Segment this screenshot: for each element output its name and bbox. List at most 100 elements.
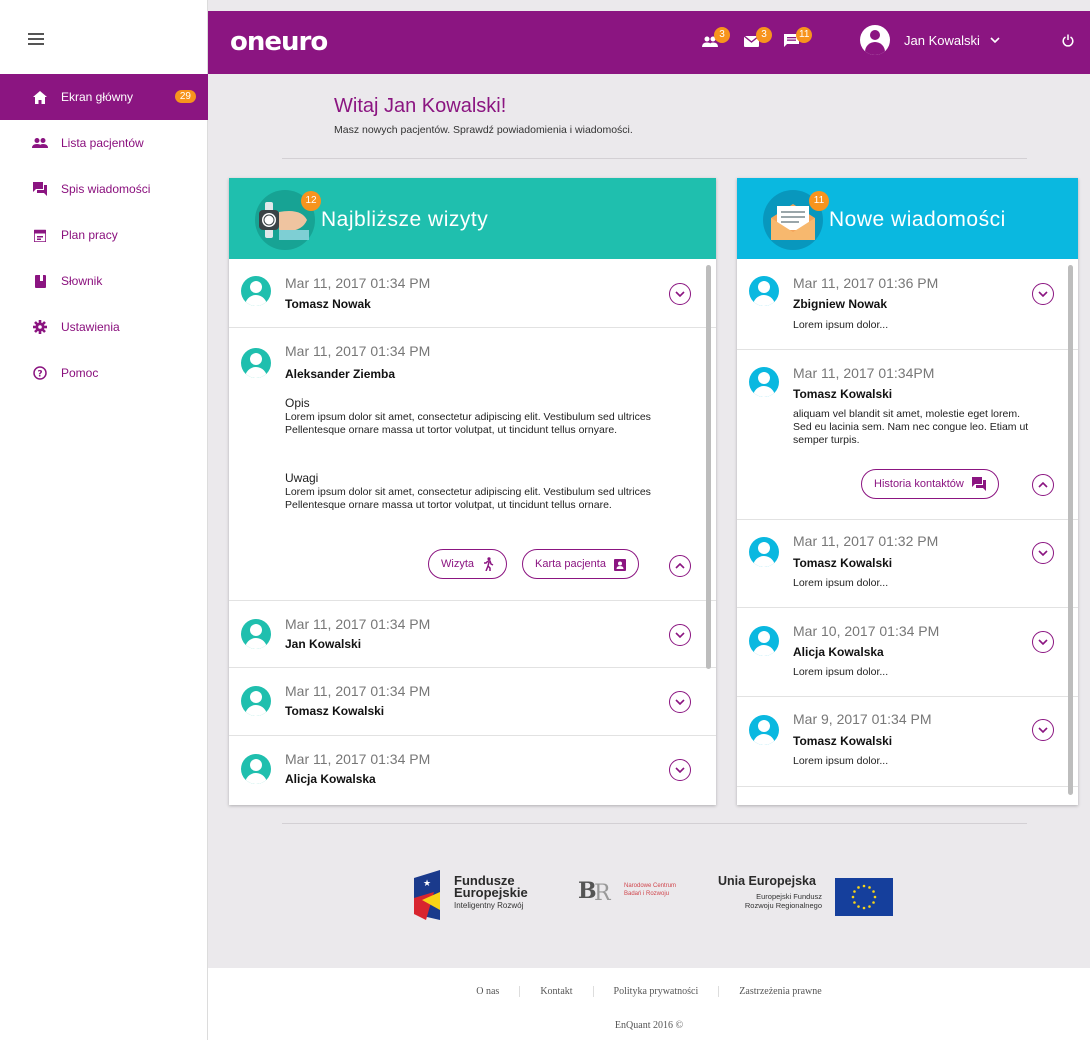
list-item[interactable]: Mar 11, 2017 01:34 PM Jan Kowalski <box>229 601 716 668</box>
sidebar-item-messages[interactable]: Spis wiadomości <box>0 166 208 212</box>
expand-button[interactable] <box>669 283 691 305</box>
partner-text: Badań i Rozwoju <box>624 891 670 897</box>
visit-date: Mar 11, 2017 01:34 PM <box>285 616 431 632</box>
patient-name: Alicja Kowalska <box>285 772 376 786</box>
contact-history-button[interactable]: Historia kontaktów <box>861 469 999 499</box>
avatar <box>749 537 779 567</box>
star-icon <box>857 886 860 889</box>
notification-badge: 11 <box>796 27 813 43</box>
sidebar-nav: Ekran główny 29 Lista pacjentów Spis wia… <box>0 74 208 396</box>
avatar <box>749 715 779 745</box>
footer-link-about[interactable]: O nas <box>456 986 521 997</box>
app-logo[interactable]: oneuro <box>230 27 328 57</box>
star-icon <box>851 895 855 899</box>
top-bar: oneuro 3 3 11 Jan Kowalski <box>208 11 1090 74</box>
footer-link-legal[interactable]: Zastrzeżenia prawne <box>719 986 841 997</box>
messages-notification[interactable]: 11 <box>784 27 813 53</box>
list-item[interactable]: Mar 11, 2017 01:34 PM Tomasz Nowak <box>229 259 716 328</box>
chevron-down-icon <box>675 632 685 638</box>
message-preview: Lorem ipsum dolor... <box>793 319 889 331</box>
count-badge: 12 <box>301 191 321 211</box>
notes-text: Lorem ipsum dolor sit amet, consectetur … <box>285 486 651 511</box>
star-icon <box>868 886 871 889</box>
expand-button[interactable] <box>669 624 691 646</box>
patient-name: Aleksander Ziemba <box>285 367 396 381</box>
message-date: Mar 9, 2017 01:34 PM <box>793 711 932 727</box>
card-title: Najbliższe wizyty <box>321 208 489 231</box>
list-item-expanded[interactable]: Mar 11, 2017 01:34PM Tomasz Kowalski ali… <box>737 350 1078 520</box>
star-icon <box>862 884 866 888</box>
star-icon <box>872 901 875 904</box>
patient-card-button[interactable]: Karta pacjenta <box>522 549 639 579</box>
new-messages-card: 11 Nowe wiadomości Mar 11, 2017 01:36 PM… <box>737 178 1078 805</box>
power-icon[interactable] <box>1062 34 1074 52</box>
visit-button-label: Wizyta <box>441 558 474 570</box>
list-item[interactable]: Mar 11, 2017 01:36 PM Zbigniew Nowak Lor… <box>737 259 1078 350</box>
menu-icon[interactable] <box>28 33 44 45</box>
chevron-down-icon <box>675 291 685 297</box>
patients-notification[interactable]: 3 <box>702 27 730 53</box>
expand-button[interactable] <box>1032 719 1054 741</box>
star-icon <box>853 901 856 904</box>
sender-name: Tomasz Kowalski <box>793 734 893 748</box>
list-item[interactable]: Mar 10, 2017 01:34 PM Alicja Kowalska Lo… <box>737 608 1078 697</box>
list-item[interactable]: Mar 11, 2017 01:32 PM Tomasz Kowalski Lo… <box>737 520 1078 608</box>
user-menu[interactable]: Jan Kowalski <box>860 25 1000 55</box>
list-item[interactable]: Mar 9, 2017 01:34 PM Tomasz Kowalski Lor… <box>737 697 1078 787</box>
star-icon <box>853 890 856 893</box>
collapse-button[interactable] <box>669 555 691 577</box>
list-item-expanded[interactable]: Mar 11, 2017 01:34 PM Aleksander Ziemba … <box>229 328 716 601</box>
footer-link-privacy[interactable]: Polityka prywatności <box>594 986 720 997</box>
walk-icon <box>482 557 494 571</box>
list-item[interactable]: Mar 11, 2017 01:34 PM Alicja Kowalska <box>229 736 716 805</box>
message-date: Mar 11, 2017 01:32 PM <box>793 533 939 549</box>
chevron-down-icon <box>990 35 1000 46</box>
sender-name: Zbigniew Nowak <box>793 297 888 311</box>
ncbr-logo: B R <box>578 876 622 906</box>
star-icon <box>873 895 877 899</box>
expand-button[interactable] <box>669 691 691 713</box>
notes-label: Uwagi <box>285 471 319 485</box>
sidebar-item-dictionary[interactable]: Słownik <box>0 258 208 304</box>
copyright: EnQuant 2016 © <box>614 1020 684 1031</box>
message-preview: Lorem ipsum dolor... <box>793 755 889 767</box>
avatar <box>860 25 890 55</box>
chevron-down-icon <box>1038 550 1048 556</box>
sidebar: Ekran główny 29 Lista pacjentów Spis wia… <box>0 0 208 1040</box>
collapse-button[interactable] <box>1032 474 1054 496</box>
mail-notification[interactable]: 3 <box>743 27 772 53</box>
message-text: aliquam vel blandit sit amet, molestie e… <box>793 408 1029 446</box>
sidebar-item-work-plan[interactable]: Plan pracy <box>0 212 208 258</box>
patient-name: Tomasz Nowak <box>285 297 371 311</box>
eu-funds-logo: ★ <box>414 870 442 920</box>
eu-funds-name: Fundusze Europejskie <box>454 874 528 899</box>
forum-icon <box>32 181 48 197</box>
scrollbar[interactable] <box>1068 265 1073 795</box>
message-date: Mar 11, 2017 01:34PM <box>793 365 935 381</box>
footer-link-contact[interactable]: Kontakt <box>520 986 594 997</box>
footer-links: O nas Kontakt Polityka prywatności Zastr… <box>208 986 1090 997</box>
avatar <box>241 276 271 306</box>
sidebar-item-patients[interactable]: Lista pacjentów <box>0 120 208 166</box>
expand-button[interactable] <box>669 759 691 781</box>
expand-button[interactable] <box>1032 631 1054 653</box>
avatar <box>749 367 779 397</box>
visit-button[interactable]: Wizyta <box>428 549 507 579</box>
sidebar-item-home[interactable]: Ekran główny 29 <box>0 74 208 120</box>
messages-list: Mar 11, 2017 01:36 PM Zbigniew Nowak Lor… <box>737 259 1078 805</box>
avatar <box>241 348 271 378</box>
partner-text: Narodowe Centrum <box>624 883 677 889</box>
chevron-down-icon <box>1038 727 1048 733</box>
description-text: Lorem ipsum dolor sit amet, consectetur … <box>285 411 651 436</box>
notification-badge: 3 <box>714 27 730 43</box>
sidebar-item-settings[interactable]: Ustawienia <box>0 304 208 350</box>
expand-button[interactable] <box>1032 542 1054 564</box>
expand-button[interactable] <box>1032 283 1054 305</box>
list-item[interactable]: Mar 11, 2017 01:34 PM Tomasz Kowalski <box>229 668 716 736</box>
sidebar-item-help[interactable]: ? Pomoc <box>0 350 208 396</box>
scrollbar[interactable] <box>706 265 711 669</box>
svg-text:R: R <box>594 881 612 906</box>
visit-date: Mar 11, 2017 01:34 PM <box>285 683 431 699</box>
avatar <box>749 276 779 306</box>
home-icon <box>32 89 48 105</box>
